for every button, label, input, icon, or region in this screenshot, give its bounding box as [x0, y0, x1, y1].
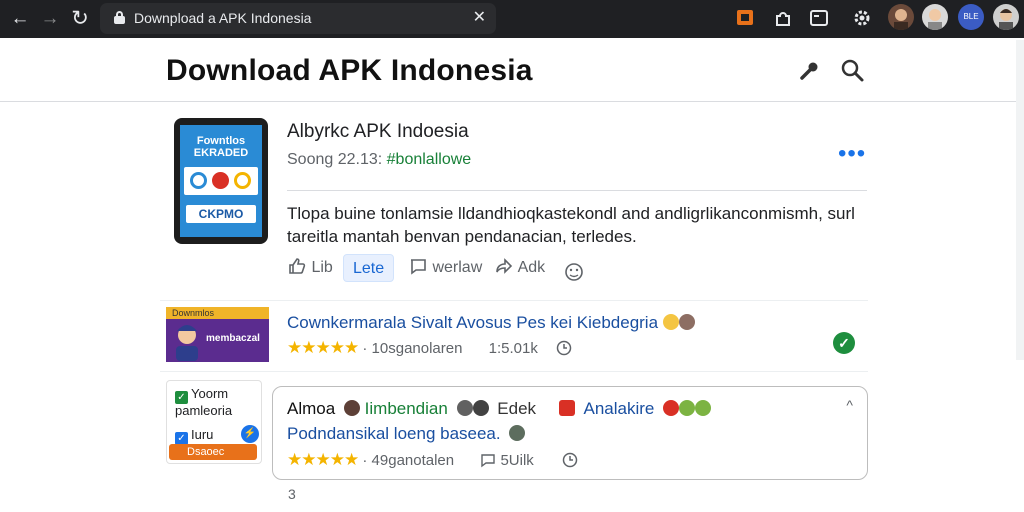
comment-button[interactable]: werlaw [408, 254, 482, 282]
comment-card: Almoa Iimbendian Edek Analakire Podndans… [272, 386, 868, 480]
comment-tag[interactable]: Edek [497, 399, 536, 418]
back-arrow-icon[interactable]: ← [8, 7, 32, 31]
clock-icon [562, 452, 578, 468]
app-description: Tlopa buine tonlamsie lldandhioqkastekon… [287, 204, 855, 246]
search-icon[interactable] [840, 58, 866, 84]
app-card: Fowntlos EKRADED CKPMO Albyrkc APK Indoe… [160, 104, 868, 294]
extension-orange-icon[interactable] [735, 7, 757, 29]
profile-badge[interactable]: BLE [958, 4, 984, 30]
screen-dots [184, 167, 258, 195]
forward-arrow-icon[interactable]: → [38, 7, 62, 31]
comment-meta: ★★★★★ · 49ganotalen 5Uilk [287, 450, 578, 470]
share-label: Adk [517, 259, 546, 276]
divider [287, 190, 867, 191]
result-title-text: Cownkermarala Sivalt Avosus Pes kei Kieb… [287, 313, 659, 332]
app-tag[interactable]: #bonlallowe [387, 151, 472, 168]
avatar[interactable] [888, 4, 914, 30]
like-button[interactable]: Lib [287, 254, 333, 282]
filter-item-sublabel: pamleoria [175, 403, 233, 418]
filter-panel: ✓ Yoorm pamleoria ✓ Iuru ⚡ Dsaoec [166, 380, 262, 464]
emoji-icon [678, 314, 695, 330]
emoji-icon [695, 400, 712, 416]
apply-button[interactable]: Dsaoec [169, 444, 257, 460]
comment-icon [411, 259, 426, 275]
rating-count: · 49ganotalen [362, 452, 455, 469]
screen-label: CKPMO [186, 205, 256, 223]
result-meta: ★★★★★ · 10sganolaren 1:5.01k [287, 338, 572, 358]
app-name[interactable]: Albyrkc APK Indoesia [287, 121, 469, 143]
banner-top-text: Downmlos [166, 307, 269, 319]
comment-tag[interactable]: Analakire [584, 399, 655, 418]
filter-label: Yoorm [191, 386, 229, 401]
filter-item[interactable]: ✓ Yoorm [175, 386, 228, 404]
share-button[interactable]: Adk [494, 254, 545, 282]
comment-label: werlaw [432, 259, 483, 276]
window-icon[interactable] [808, 7, 830, 29]
filter-item[interactable]: ✓ Iuru [175, 427, 213, 445]
emoji-icon [679, 400, 696, 416]
emoji-icon[interactable] [564, 258, 584, 286]
emoji-icon [343, 400, 360, 416]
emoji-icon [663, 400, 680, 416]
emoji-icon [662, 314, 679, 330]
more-options-icon[interactable]: ••• [838, 142, 866, 166]
browser-toolbar: ← → ↻ Downpload a APK Indonesia ✕ BLE [0, 0, 1024, 38]
app-screen-image: Fowntlos EKRADED CKPMO [180, 125, 262, 237]
share-icon [496, 258, 513, 274]
flag-icon [558, 400, 575, 416]
comment-tag[interactable]: Iimbendian [365, 399, 448, 418]
reload-icon[interactable]: ↻ [68, 7, 92, 31]
avatar-icon [456, 400, 473, 416]
puzzle-icon[interactable] [772, 7, 794, 29]
app-thumbnail[interactable]: Fowntlos EKRADED CKPMO [174, 118, 268, 244]
avatar[interactable] [922, 4, 948, 30]
active-tab-button[interactable]: Lete [343, 254, 395, 282]
page-header: Download APK Indonesia [0, 38, 1024, 102]
page-title: Download APK Indonesia [166, 54, 533, 87]
app-meta: Soong 22.13: #bonlallowe [287, 151, 471, 169]
rating-stars: ★★★★★ [287, 450, 359, 469]
result-title[interactable]: Cownkermarala Sivalt Avosus Pes kei Kieb… [287, 313, 695, 333]
rating-count: · 10sganolaren [362, 340, 463, 357]
avatar-icon [472, 400, 489, 416]
screen-title: Fowntlos EKRADED [193, 135, 249, 159]
like-label: Lib [311, 259, 333, 276]
avatar-icon [509, 425, 526, 441]
lock-icon [114, 11, 125, 24]
address-bar[interactable]: Downpload a APK Indonesia ✕ [100, 3, 496, 34]
list-item[interactable]: Downmlos membaczal Cownkermarala Sivalt … [160, 300, 868, 372]
character-icon [176, 325, 198, 361]
thumbs-up-icon [289, 258, 306, 274]
app-version: Soong 22.13: [287, 151, 383, 168]
comment-icon[interactable] [480, 452, 496, 468]
rating-stars: ★★★★★ [287, 338, 359, 357]
filter-label: Iuru [191, 427, 214, 442]
verified-check-icon: ✓ [833, 332, 855, 354]
footer-mark: 3 [288, 486, 296, 502]
result-thumbnail: Downmlos membaczal [166, 307, 269, 362]
collapse-caret-icon[interactable]: ^ [846, 397, 853, 413]
comment-text: Podndansikal loeng baseea. [287, 424, 501, 443]
address-text[interactable]: Downpload a APK Indonesia [134, 10, 311, 26]
comment-body: Podndansikal loeng baseea. [287, 424, 526, 444]
avatar[interactable] [993, 4, 1019, 30]
download-size: 1:5.01k [488, 340, 538, 357]
close-icon[interactable]: ✕ [473, 7, 486, 27]
clock-icon [556, 340, 572, 356]
comment-author[interactable]: Almoa [287, 399, 335, 418]
messenger-icon[interactable]: ⚡ [241, 425, 259, 443]
banner-label: membaczal [206, 333, 260, 344]
gear-icon[interactable] [851, 7, 873, 29]
scrollbar[interactable] [1016, 40, 1024, 360]
microphone-icon[interactable] [796, 58, 822, 84]
comment-count: 5Uilk [500, 452, 534, 469]
comment-header: Almoa Iimbendian Edek Analakire [287, 399, 712, 419]
